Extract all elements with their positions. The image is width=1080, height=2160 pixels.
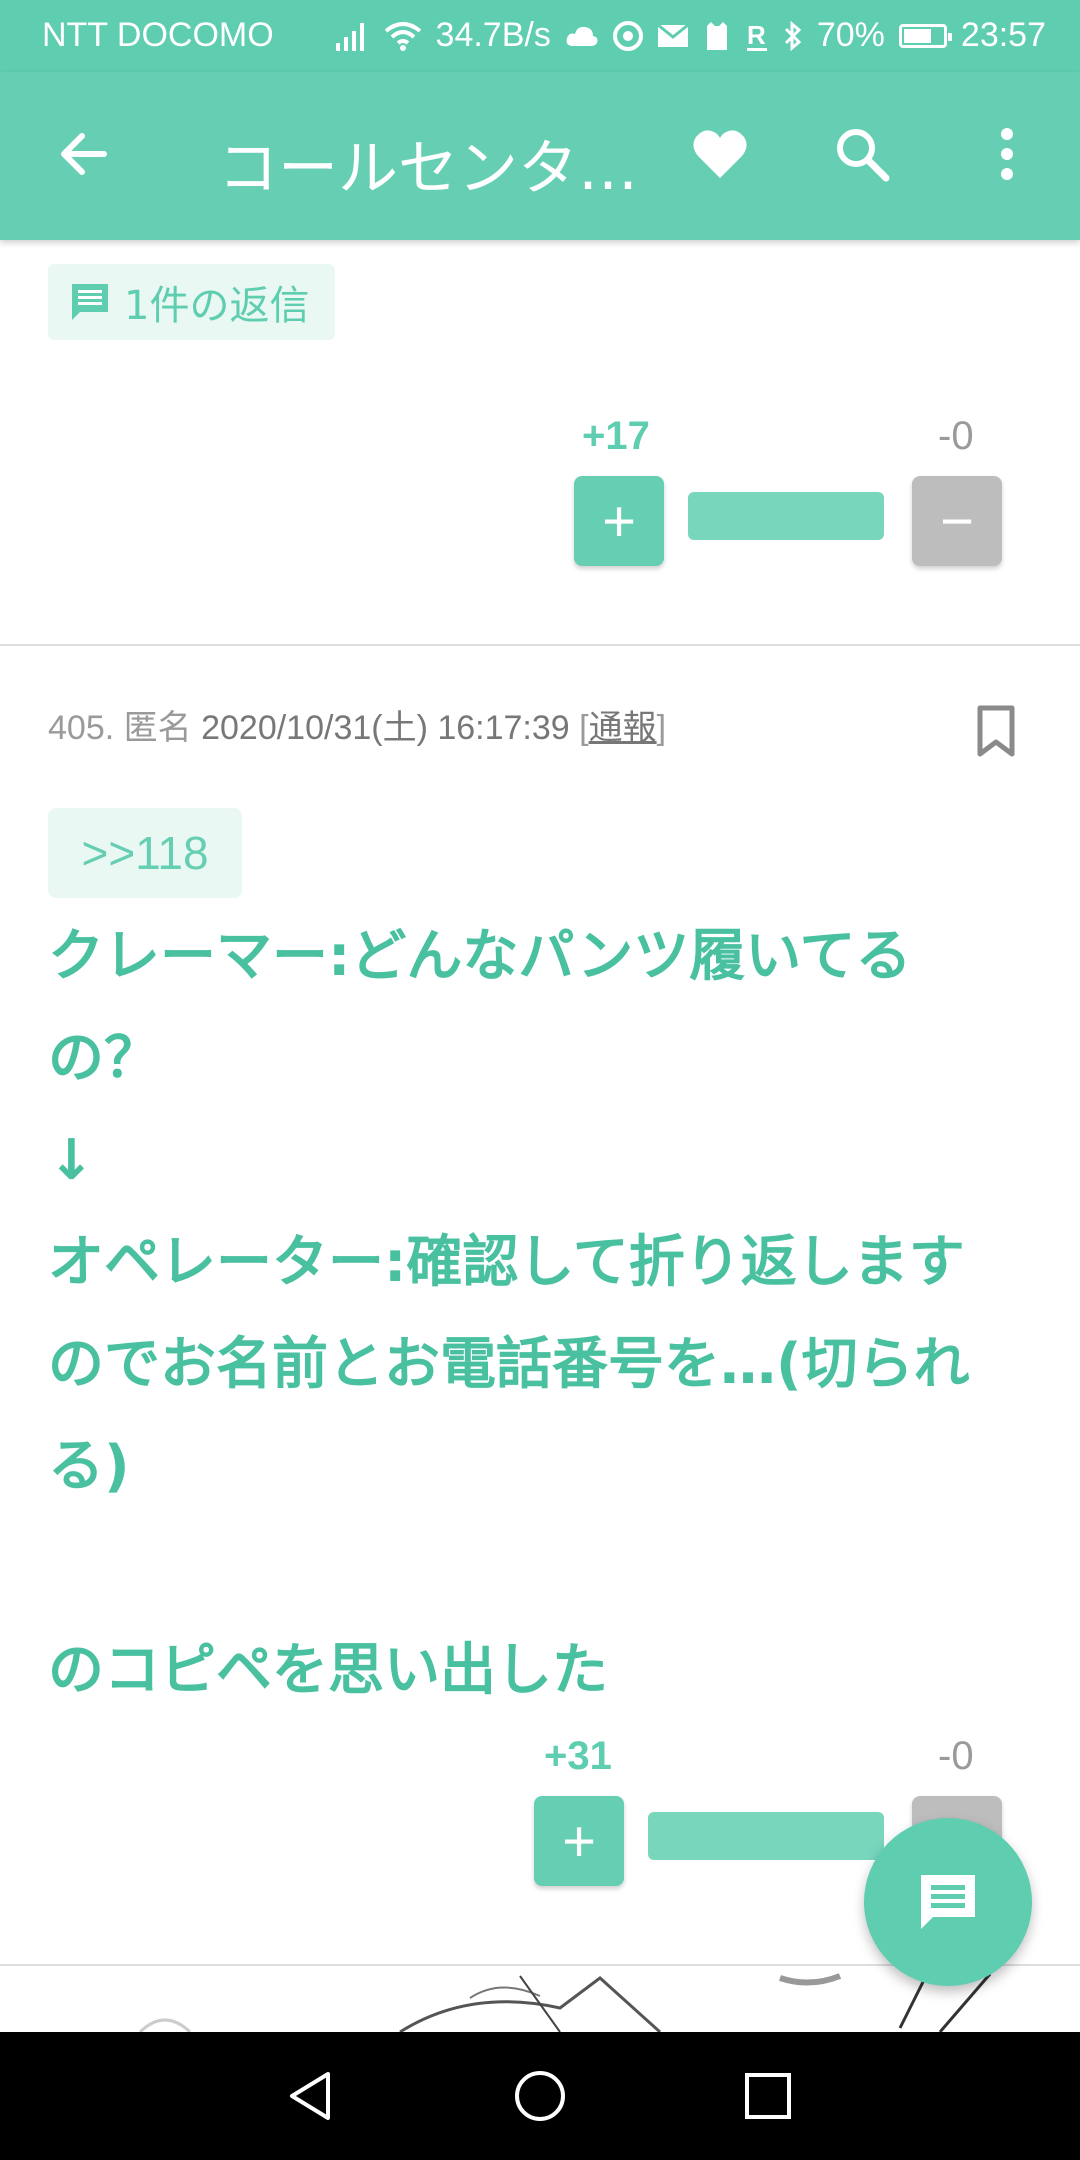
bookmark-icon[interactable]	[974, 704, 1018, 758]
minus-vote-count: -0	[938, 414, 974, 458]
heart-icon[interactable]	[690, 124, 750, 184]
search-icon[interactable]	[832, 124, 892, 184]
post-line: の？	[48, 1026, 160, 1091]
signal-icon	[335, 22, 364, 51]
report-link[interactable]: 通報	[589, 709, 657, 747]
post-date: 2020/10/31(土) 16:17:39	[201, 709, 570, 747]
app-notification-icon	[706, 21, 727, 50]
back-arrow-icon[interactable]	[56, 126, 112, 182]
post-body: クレーマー:どんなパンツ履いてる の？ ↓ オペレーター:確認して折り返します …	[48, 906, 1038, 1722]
post-line: オペレーター:確認して折り返します	[48, 1230, 965, 1295]
page-title: コールセンタ…	[218, 134, 638, 204]
post-line: る)	[48, 1434, 130, 1499]
carrier-name: NTT DOCOMO	[42, 16, 274, 54]
post-line	[48, 1518, 1038, 1620]
report-bracket-open: [	[579, 709, 589, 747]
post-author: 匿名	[123, 709, 192, 747]
vote-ratio-bar	[648, 1812, 884, 1860]
post-line: クレーマー:どんなパンツ履いてる	[48, 924, 912, 989]
post-meta: 405. 匿名 2020/10/31(土) 16:17:39 [通報]	[48, 700, 666, 749]
status-icons: 34.7B/s R 70% 23:57	[334, 16, 1046, 55]
more-vert-icon[interactable]	[982, 124, 1032, 184]
plus-vote-button[interactable]: +	[574, 476, 664, 566]
post-divider	[0, 644, 1080, 646]
plus-vote-button[interactable]: +	[534, 1796, 624, 1886]
anchor-reference[interactable]: >>118	[48, 808, 242, 898]
cloud-icon	[566, 26, 598, 46]
clock: 23:57	[960, 16, 1046, 54]
nav-back-icon[interactable]	[280, 2066, 340, 2126]
nav-home-icon[interactable]	[510, 2066, 570, 2126]
minus-vote-count: -0	[938, 1734, 974, 1778]
battery-icon	[898, 23, 952, 48]
bluetooth-icon	[784, 20, 802, 51]
reply-count-label: 1件の返信	[124, 283, 310, 329]
network-speed: 34.7B/s	[435, 16, 551, 54]
comment-icon	[921, 1875, 975, 1929]
minus-vote-button[interactable]: −	[912, 476, 1002, 566]
post-line: のでお名前とお電話番号を…(切られ	[48, 1332, 970, 1397]
battery-percent: 70%	[816, 16, 885, 54]
status-bar: NTT DOCOMO 34.7B/s R 70% 23:57	[0, 0, 1080, 72]
nav-recents-icon[interactable]	[738, 2066, 798, 2126]
post-line: ↓	[48, 1128, 95, 1193]
system-nav-bar	[0, 2032, 1080, 2160]
plus-vote-count: +17	[582, 414, 650, 458]
rakuten-icon: R	[746, 20, 767, 51]
svg-text:R: R	[747, 20, 766, 50]
comment-fab[interactable]	[864, 1818, 1032, 1986]
wifi-icon	[384, 21, 421, 51]
comment-icon	[72, 284, 108, 320]
post-number: 405.	[48, 709, 115, 747]
app-bar: コールセンタ…	[0, 72, 1080, 240]
post-line: のコピペを思い出した	[48, 1638, 608, 1703]
vote-ratio-bar	[688, 492, 884, 540]
chrome-icon	[612, 20, 643, 51]
plus-vote-count: +31	[544, 1734, 612, 1778]
mail-icon	[656, 23, 689, 47]
reply-count-chip[interactable]: 1件の返信	[48, 264, 336, 340]
report-bracket-close: ]	[656, 709, 667, 747]
